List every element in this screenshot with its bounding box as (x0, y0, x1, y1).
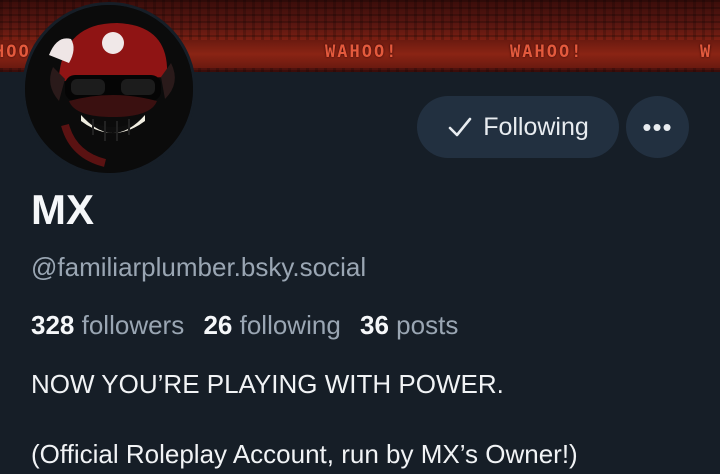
banner-text: WAHOO! (325, 42, 399, 62)
posts-count: 36 (360, 310, 389, 340)
bio-line: NOW YOU’RE PLAYING WITH POWER. (31, 369, 504, 399)
banner-text: WAHOO! (510, 42, 584, 62)
profile-handle: @familiarplumber.bsky.social (31, 252, 367, 282)
following-count: 26 (203, 310, 233, 340)
banner-text: W (700, 42, 713, 62)
followers-link[interactable]: 328 followers (31, 310, 184, 340)
display-name: MX (31, 186, 94, 233)
bio-line: (Official Roleplay Account, run by MX’s … (31, 439, 578, 469)
followers-count: 328 (31, 310, 75, 340)
ellipsis-icon: ••• (642, 111, 673, 142)
followers-label: followers (81, 310, 185, 340)
following-button[interactable]: Following (417, 96, 619, 158)
posts-label: posts (396, 310, 459, 340)
profile-stats: 328 followers 26 following 36 posts (31, 310, 470, 341)
check-icon (448, 117, 472, 137)
following-button-label: Following (483, 112, 589, 141)
following-link[interactable]: 26 following (203, 310, 340, 340)
avatar-image (25, 5, 193, 173)
posts-stat: 36 posts (360, 310, 458, 340)
more-options-button[interactable]: ••• (626, 96, 689, 158)
avatar[interactable] (22, 2, 196, 176)
following-label: following (239, 310, 341, 340)
